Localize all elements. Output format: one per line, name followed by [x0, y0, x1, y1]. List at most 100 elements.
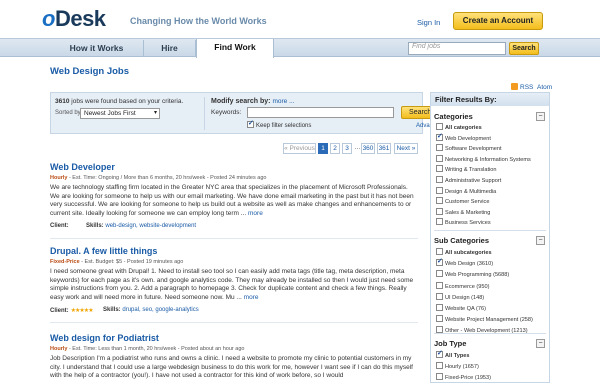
pager-page-2[interactable]: 2 [330, 143, 340, 154]
job-meta: Fixed-Price - Est. Budget: $5 - Posted 1… [50, 259, 184, 265]
filter-checkbox[interactable] [436, 270, 443, 278]
filter-checkbox[interactable] [436, 218, 443, 226]
job-type-filter-item[interactable]: All Types [436, 349, 470, 359]
divider [434, 333, 546, 334]
subcategory-filter-item[interactable]: UI Design (148) [436, 292, 485, 301]
rating-stars: ★★★★★ [70, 308, 94, 314]
find-jobs-input[interactable]: Find jobs [408, 42, 506, 55]
sort-label: Sorted by: [55, 110, 83, 116]
filter-label: Networking & Information Systems [445, 156, 531, 163]
skill-links[interactable]: drupal, seo, google-analytics [122, 307, 198, 313]
job-type-title: Job Type [434, 339, 467, 348]
job-type-filter-item[interactable]: Hourly (1657) [436, 362, 479, 370]
modify-more-link[interactable]: more ... [272, 98, 294, 105]
feed-links: RSS Atom [511, 83, 552, 91]
job-meta: Hourly - Est. Time: Less than 1 month, 2… [50, 346, 245, 352]
modify-search: Modify search by: more ... [211, 98, 295, 105]
category-filter-item[interactable]: Networking & Information Systems [436, 154, 531, 163]
filter-label: UI Design (148) [445, 294, 485, 301]
subcategory-filter-item[interactable]: All subcategories [436, 248, 492, 256]
keep-filter-option[interactable]: Keep filter selections [247, 119, 311, 129]
pager-next[interactable]: Next » [394, 143, 418, 154]
filter-label: Website Project Management (258) [445, 317, 533, 324]
collapse-job-type-icon[interactable]: − [536, 339, 545, 348]
job-description: I need someone great with Drupal! 1. Nee… [50, 268, 414, 301]
pager-page-360[interactable]: 360 [361, 143, 375, 154]
filter-label: Design & Multimedia [445, 188, 497, 195]
category-filter-item[interactable]: Business Services [436, 218, 491, 226]
odesk-logo[interactable]: oDesk [42, 8, 106, 30]
filter-label: Web Programming (5688) [445, 272, 510, 279]
category-filter-item[interactable]: All categories [436, 123, 482, 131]
filter-checkbox[interactable] [436, 144, 443, 152]
subcategory-filter-item[interactable]: Web Design (3610) [436, 257, 494, 268]
filter-checkbox[interactable] [436, 349, 443, 358]
keep-filter-checkbox[interactable] [247, 119, 254, 128]
filter-checkbox[interactable] [436, 281, 443, 289]
filter-checkbox[interactable] [436, 154, 443, 162]
tab-hire[interactable]: Hire [144, 40, 196, 57]
filter-checkbox[interactable] [436, 257, 443, 267]
page-title: Web Design Jobs [50, 66, 130, 77]
main-nav: How it Works Hire Find Work Find jobs Se… [0, 38, 600, 58]
subcategory-filter-item[interactable]: Website Project Management (258) [436, 315, 533, 323]
filter-checkbox[interactable] [436, 197, 443, 205]
job-title[interactable]: Web Developer [50, 162, 115, 172]
filter-checkbox[interactable] [436, 362, 443, 369]
sort-select[interactable]: Newest Jobs First ▾ [80, 108, 160, 119]
filter-label: Customer Service [445, 199, 490, 206]
keywords-input[interactable] [247, 107, 394, 118]
filter-checkbox[interactable] [436, 123, 443, 130]
filter-checkbox[interactable] [436, 165, 443, 173]
subcategory-filter-item[interactable]: Website QA (76) [436, 304, 486, 312]
rss-link[interactable]: RSS [520, 84, 533, 91]
category-filter-item[interactable]: Web Development [436, 132, 491, 142]
job-title[interactable]: Drupal. A few little things [50, 246, 157, 256]
filter-label: Web Design (3610) [445, 261, 494, 268]
create-account-button[interactable]: Create an Account [453, 12, 543, 30]
results-count: 3610 jobs were found based on your crite… [55, 98, 184, 105]
filter-checkbox[interactable] [436, 186, 443, 194]
sign-in-link[interactable]: Sign In [417, 18, 440, 27]
keywords-label: Keywords: [211, 109, 242, 116]
filter-label: Administrative Support [445, 178, 502, 184]
pager-page-361[interactable]: 361 [377, 143, 391, 154]
more-link[interactable]: more [244, 294, 259, 301]
divider [434, 230, 546, 231]
filter-checkbox[interactable] [436, 176, 443, 183]
category-filter-item[interactable]: Customer Service [436, 197, 489, 205]
filter-label: Software Development [445, 146, 502, 153]
atom-link[interactable]: Atom [537, 84, 552, 91]
client-info: Client: ★★★★★ [50, 308, 94, 314]
tab-how-it-works[interactable]: How it Works [50, 40, 144, 57]
collapse-categories-icon[interactable]: − [536, 112, 545, 121]
pager-previous[interactable]: « Previous [283, 143, 316, 154]
pager-page-3[interactable]: 3 [342, 143, 352, 154]
filter-label: Business Services [445, 220, 491, 227]
filter-checkbox[interactable] [436, 248, 443, 255]
rss-icon [511, 83, 518, 90]
category-filter-item[interactable]: Administrative Support [436, 176, 501, 184]
filter-checkbox[interactable] [436, 373, 443, 380]
job-title[interactable]: Web design for Podiatrist [50, 333, 159, 343]
filter-checkbox[interactable] [436, 132, 443, 141]
category-filter-item[interactable]: Writing & Translation [436, 165, 497, 173]
filter-label: Website QA (76) [445, 306, 486, 312]
skill-links[interactable]: web-design, website-development [105, 223, 196, 229]
filter-checkbox[interactable] [436, 304, 443, 311]
category-filter-item[interactable]: Software Development [436, 144, 502, 152]
subcategory-filter-item[interactable]: Ecommerce (950) [436, 281, 489, 290]
subcategory-filter-item[interactable]: Web Programming (5688) [436, 270, 509, 278]
pager-page-1[interactable]: 1 [318, 143, 328, 154]
job-type-filter-item[interactable]: Fixed-Price (1953) [436, 373, 491, 381]
tab-find-work[interactable]: Find Work [196, 39, 274, 58]
filter-label: All Types [445, 353, 470, 359]
filter-checkbox[interactable] [436, 315, 443, 323]
more-link[interactable]: more [248, 210, 263, 217]
nav-search-button[interactable]: Search [509, 42, 539, 55]
filter-checkbox[interactable] [436, 292, 443, 300]
category-filter-item[interactable]: Sales & Marketing [436, 207, 490, 216]
category-filter-item[interactable]: Design & Multimedia [436, 186, 497, 195]
filter-checkbox[interactable] [436, 207, 443, 215]
collapse-subcategories-icon[interactable]: − [536, 236, 545, 245]
